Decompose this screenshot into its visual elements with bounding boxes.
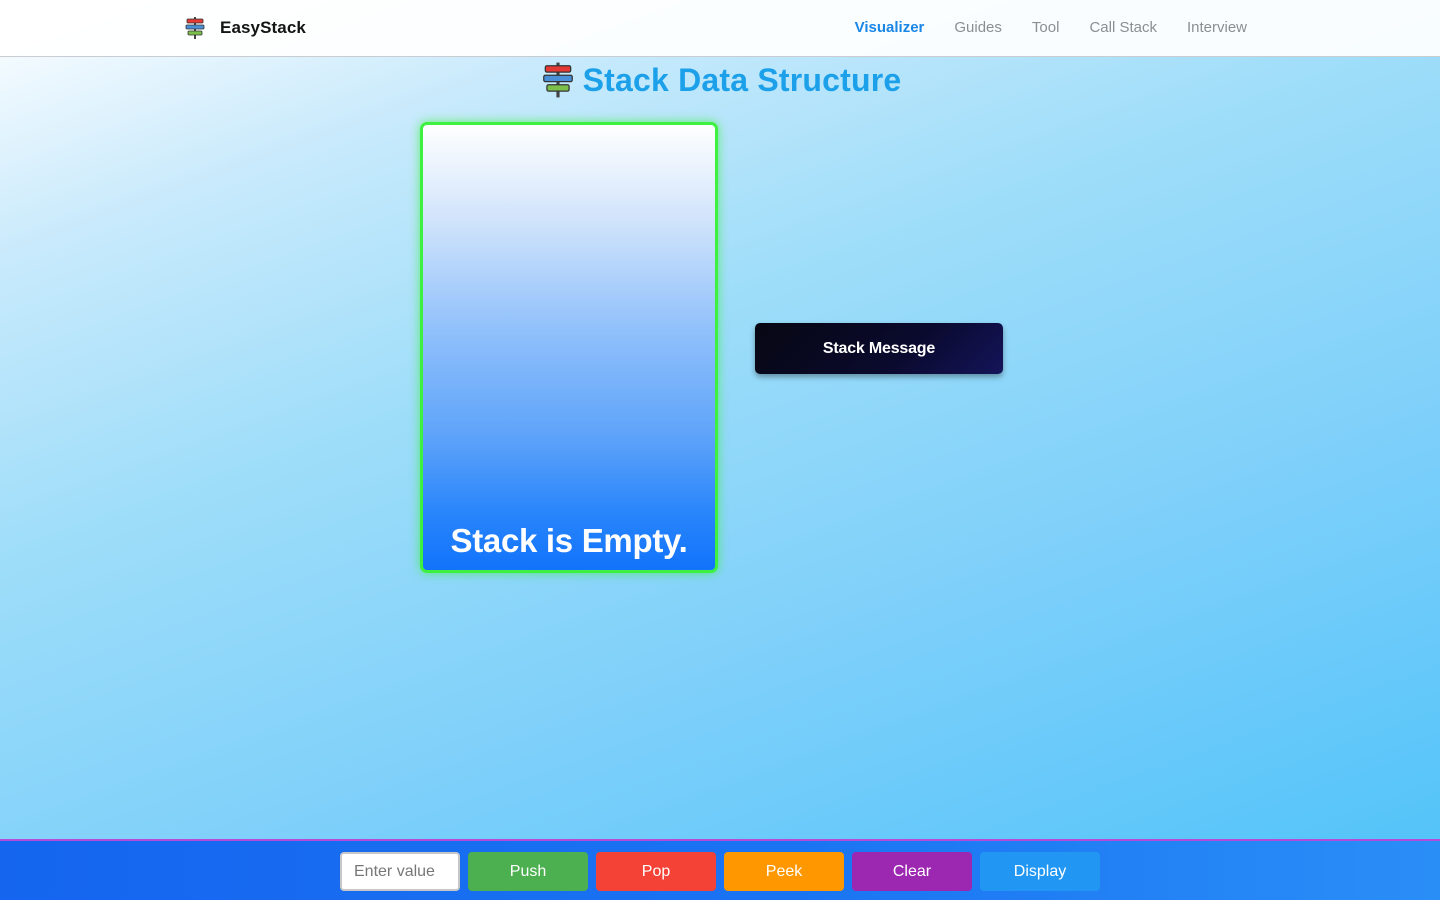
value-input[interactable] — [340, 852, 460, 891]
page-title: Stack Data Structure — [0, 58, 1440, 102]
navbar: EasyStack Visualizer Guides Tool Call St… — [0, 0, 1440, 57]
nav-link-interview[interactable]: Interview — [1187, 18, 1247, 38]
signpost-icon — [185, 17, 205, 39]
clear-button[interactable]: Clear — [852, 852, 972, 891]
nav-link-tool[interactable]: Tool — [1032, 18, 1060, 38]
brand-name: EasyStack — [220, 18, 306, 37]
stack-container: Stack is Empty. — [420, 122, 718, 573]
page-title-text: Stack Data Structure — [582, 61, 902, 98]
stack-message-text: Stack Message — [822, 339, 936, 357]
nav-links: Visualizer Guides Tool Call Stack Interv… — [825, 18, 1247, 38]
display-button[interactable]: Display — [980, 852, 1100, 891]
nav-link-call-stack[interactable]: Call Stack — [1089, 18, 1157, 38]
nav-link-visualizer[interactable]: Visualizer — [855, 18, 925, 38]
stack-message-box: Stack Message — [755, 323, 1003, 374]
peek-button[interactable]: Peek — [724, 852, 844, 891]
stack-empty-message: Stack is Empty. — [450, 522, 688, 559]
push-button[interactable]: Push — [468, 852, 588, 891]
signpost-icon — [542, 62, 573, 98]
control-toolbar: Push Pop Peek Clear Display — [0, 839, 1440, 900]
brand-logo[interactable]: EasyStack — [183, 16, 306, 40]
pop-button[interactable]: Pop — [596, 852, 716, 891]
nav-link-guides[interactable]: Guides — [954, 18, 1002, 38]
